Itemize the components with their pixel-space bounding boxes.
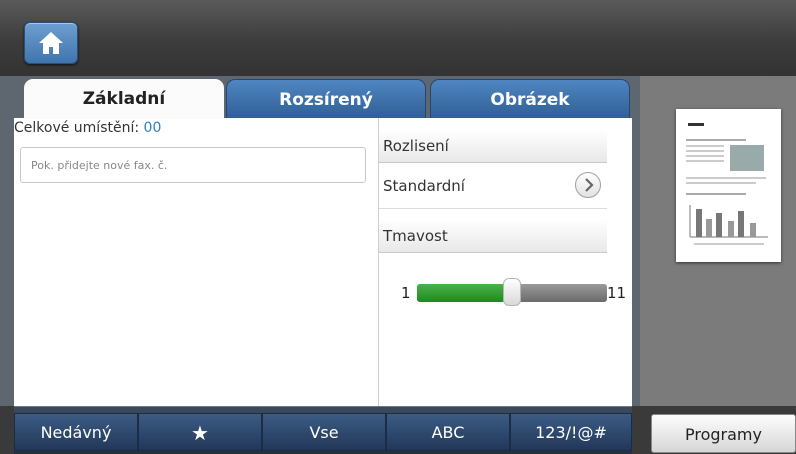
fax-number-input[interactable]: Pok. přidejte nové fax. č.: [20, 147, 366, 183]
resolution-row[interactable]: Standardní: [379, 164, 607, 209]
tab-image[interactable]: Obrázek: [430, 79, 630, 119]
bottom-toolbar: Nedávný ★ Vse ABC 123/!@#: [14, 406, 632, 454]
home-button[interactable]: [24, 22, 78, 64]
abc-button[interactable]: ABC: [386, 413, 510, 451]
resolution-header: Rozlisení: [379, 130, 607, 162]
resolution-value: Standardní: [383, 177, 465, 195]
recipient-count-value: 00: [143, 120, 162, 136]
darkness-header: Tmavost: [379, 220, 607, 252]
recent-button[interactable]: Nedávný: [14, 413, 138, 451]
symbols-button[interactable]: 123/!@#: [510, 413, 632, 451]
recipient-count: Celkové umístění: 00: [14, 120, 161, 136]
tab-content: Celkové umístění: 00 Pok. přidejte nové …: [14, 118, 632, 406]
document-thumbnail-icon: [686, 123, 768, 245]
all-button[interactable]: Vse: [262, 413, 386, 451]
recipient-count-label: Celkové umístění:: [14, 120, 140, 136]
home-icon: [39, 32, 63, 54]
darkness-min-label: 1: [401, 284, 411, 302]
top-bar: [0, 0, 796, 76]
settings-panel: Rozlisení Standardní Tmavost 1 11: [379, 118, 632, 406]
tab-advanced[interactable]: Rozsírený: [226, 79, 426, 119]
star-icon[interactable]: ★: [138, 413, 262, 451]
darkness-slider-handle[interactable]: [503, 278, 521, 306]
darkness-slider-fill: [417, 284, 512, 302]
darkness-max-label: 11: [607, 284, 627, 302]
chevron-right-circle-icon[interactable]: [575, 172, 601, 198]
programs-button[interactable]: Programy: [651, 414, 796, 453]
document-preview[interactable]: [676, 109, 781, 262]
tab-basic[interactable]: Základní: [24, 79, 224, 119]
